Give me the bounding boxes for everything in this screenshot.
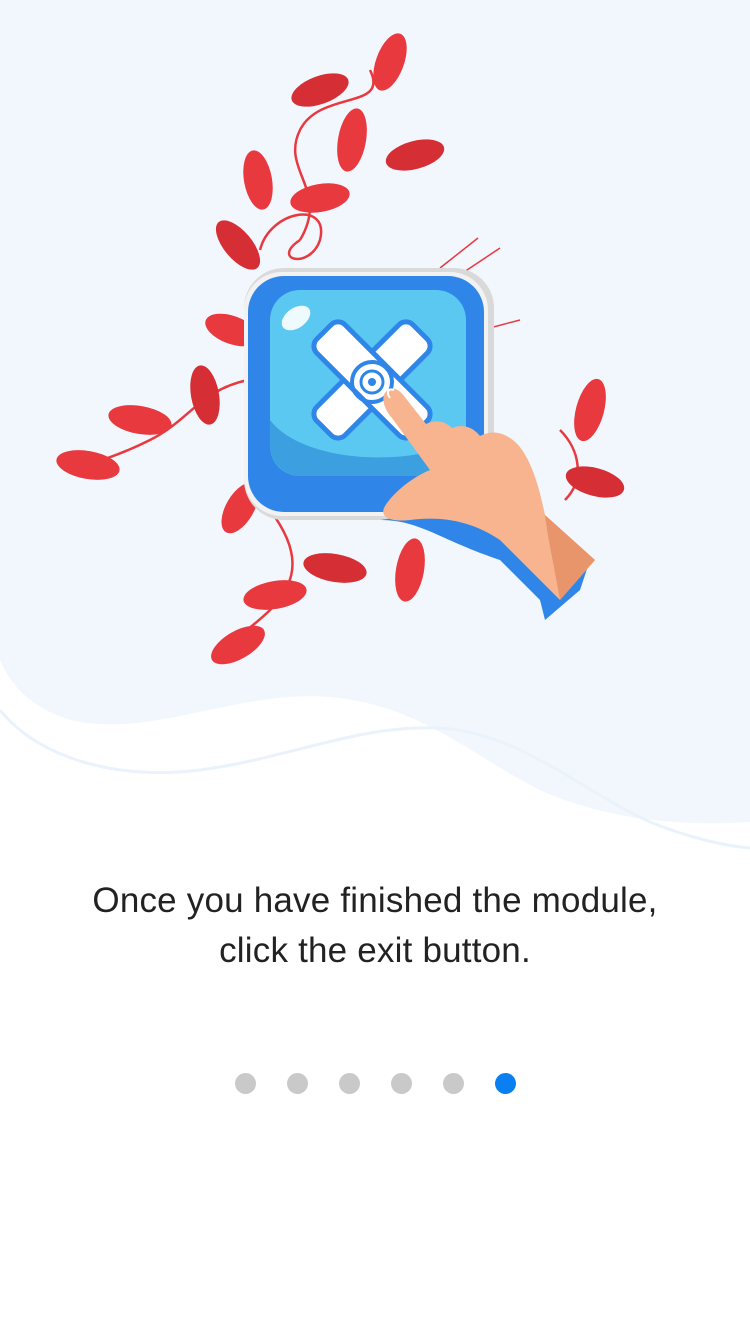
page-dot-4[interactable] bbox=[390, 1073, 412, 1094]
page-indicator bbox=[0, 1073, 750, 1095]
page-dot-1[interactable] bbox=[234, 1073, 256, 1094]
onboarding-caption: Once you have finished the module, click… bbox=[40, 876, 710, 976]
caption-line-1: Once you have finished the module, bbox=[92, 881, 658, 920]
page-dot-6-active[interactable] bbox=[494, 1073, 516, 1094]
page-dot-2[interactable] bbox=[286, 1073, 308, 1094]
page-dot-5[interactable] bbox=[442, 1073, 464, 1094]
caption-line-2: click the exit button. bbox=[219, 931, 531, 970]
exit-button-illustration bbox=[56, 33, 625, 665]
page-dot-3[interactable] bbox=[338, 1073, 360, 1094]
